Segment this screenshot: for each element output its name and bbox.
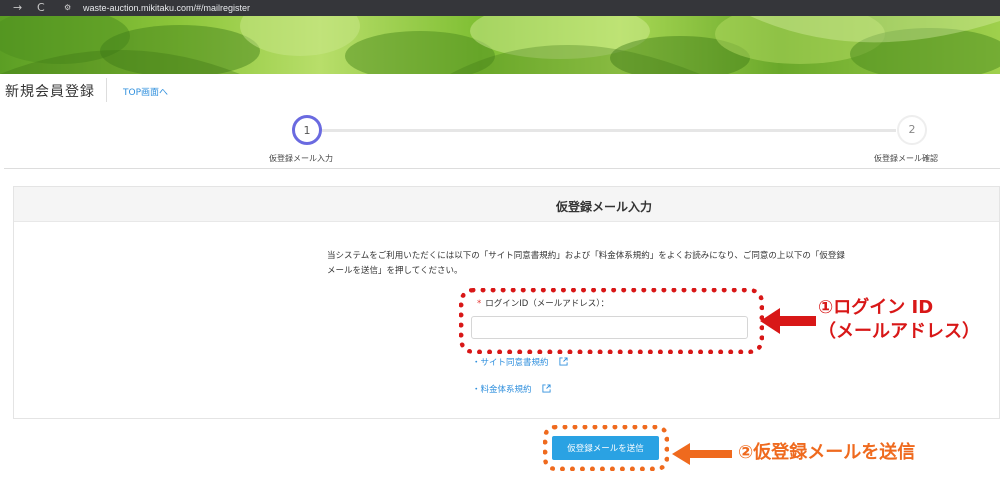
step-1-circle: 1 bbox=[292, 115, 322, 145]
annotation-1-line-1: ①ログイン ID bbox=[818, 297, 934, 318]
site-agreement-link[interactable]: ・サイト同意書規約 bbox=[472, 356, 568, 368]
instruction-line-2: メールを送信」を押してください。 bbox=[327, 266, 463, 276]
header-divider bbox=[4, 168, 1000, 169]
submit-annotation: ②仮登録メールを送信 bbox=[738, 442, 916, 463]
login-id-annotation: ①ログイン ID （メールアドレス） bbox=[818, 296, 980, 344]
send-mail-button[interactable]: 仮登録メールを送信 bbox=[552, 436, 659, 460]
orange-arrow-icon bbox=[672, 443, 732, 465]
login-id-highlight bbox=[459, 288, 764, 354]
panel-header: 仮登録メール入力 bbox=[14, 187, 999, 222]
leaf-pattern bbox=[0, 16, 1000, 74]
step-2-circle: 2 bbox=[897, 115, 927, 145]
site-agreement-link-label: ・サイト同意書規約 bbox=[472, 358, 549, 368]
step-2-label: 仮登録メール確認 bbox=[874, 154, 938, 163]
reload-icon[interactable]: C bbox=[37, 0, 45, 16]
top-page-link[interactable]: TOP画面へ bbox=[123, 85, 168, 98]
step-1-label: 仮登録メール入力 bbox=[269, 154, 333, 163]
title-divider bbox=[106, 78, 107, 102]
address-bar[interactable]: waste-auction.mikitaku.com/#/mailregiste… bbox=[83, 0, 250, 16]
leaf-banner bbox=[0, 16, 1000, 74]
external-link-icon bbox=[542, 384, 551, 393]
stepper-track bbox=[322, 129, 896, 132]
instruction-text: 当システムをご利用いただくには以下の「サイト同意書規約」および「料金体系規約」を… bbox=[327, 249, 927, 279]
instruction-line-1: 当システムをご利用いただくには以下の「サイト同意書規約」および「料金体系規約」を… bbox=[327, 251, 845, 261]
page-title: 新規会員登録 bbox=[5, 84, 95, 100]
panel-title: 仮登録メール入力 bbox=[556, 200, 653, 214]
forward-icon[interactable]: → bbox=[13, 0, 22, 16]
site-info-icon[interactable]: ⚙ bbox=[64, 3, 76, 13]
fee-structure-link-label: ・料金体系規約 bbox=[472, 385, 532, 395]
annotation-1-line-2: （メールアドレス） bbox=[818, 321, 980, 342]
external-link-icon bbox=[559, 357, 568, 366]
fee-structure-link[interactable]: ・料金体系規約 bbox=[472, 383, 551, 395]
browser-toolbar: → C ⚙ waste-auction.mikitaku.com/#/mailr… bbox=[0, 0, 1000, 16]
red-arrow-icon bbox=[760, 308, 816, 334]
